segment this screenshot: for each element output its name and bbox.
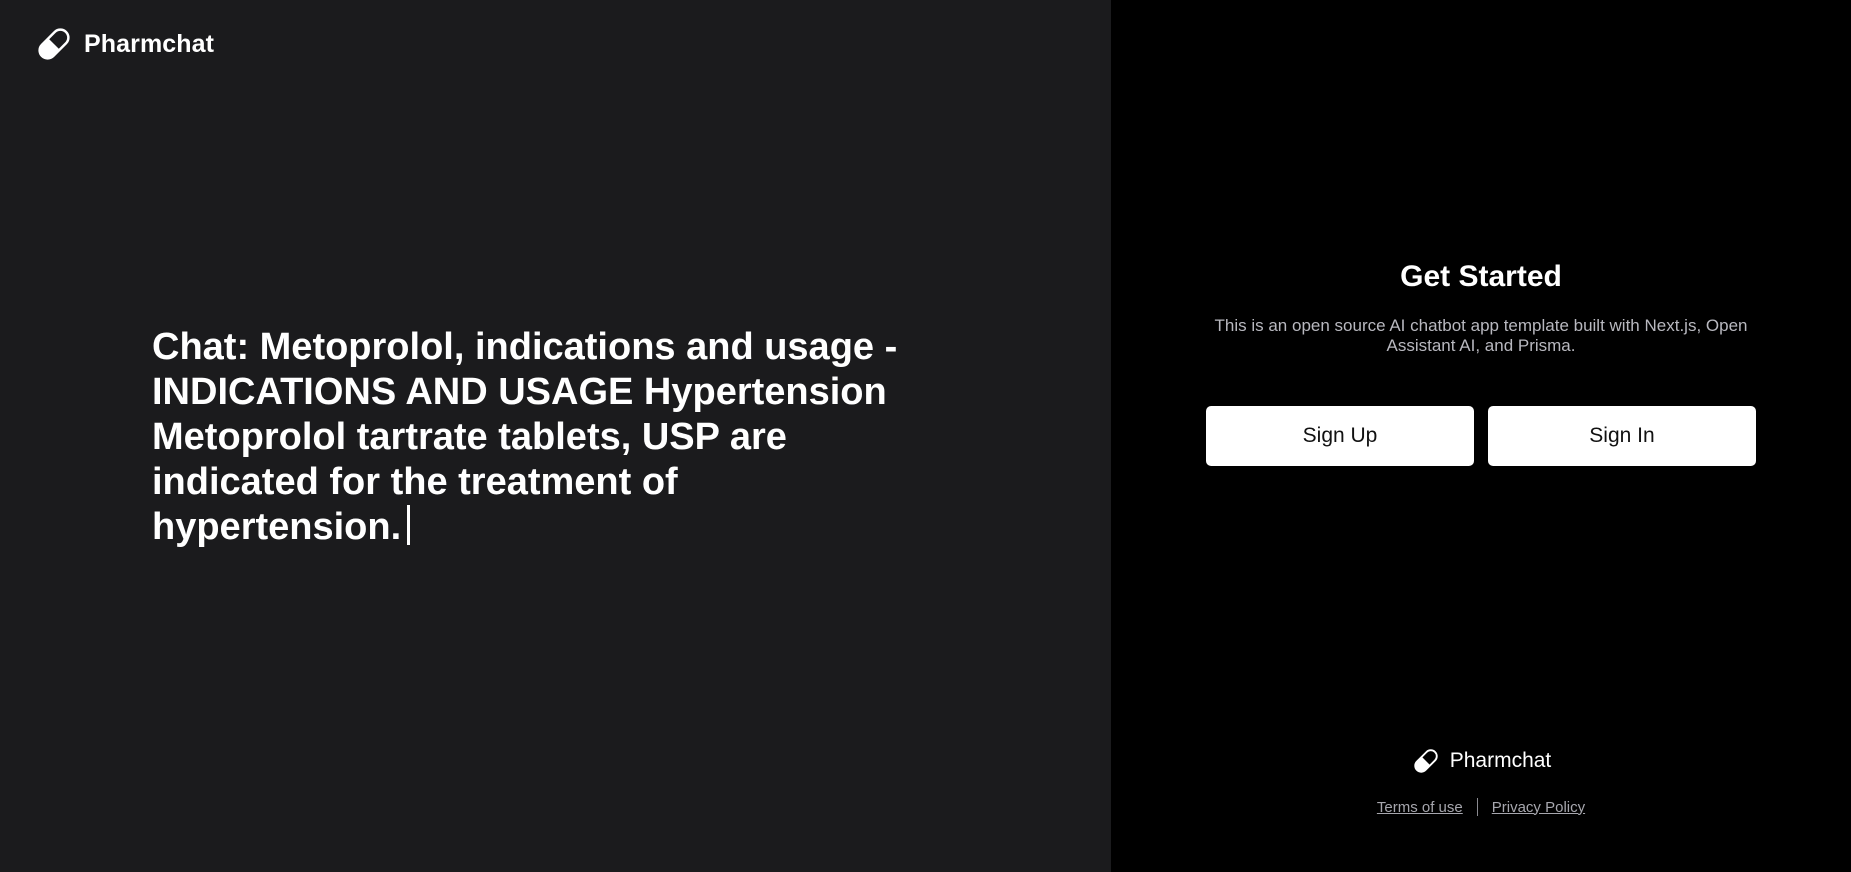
brand-name: Pharmchat [84, 29, 215, 58]
privacy-policy-link[interactable]: Privacy Policy [1492, 799, 1585, 816]
link-divider [1476, 798, 1478, 816]
footer-brand-name: Pharmchat [1449, 749, 1552, 772]
hero-text: Chat: Metoprolol, indications and usage … [152, 326, 898, 548]
footer: Pharmchat Terms of use Privacy Policy [1111, 746, 1851, 816]
auth-buttons: Sign Up Sign In [1206, 406, 1756, 466]
sign-up-button[interactable]: Sign Up [1206, 406, 1474, 466]
app-root: Pharmchat Chat: Metoprolol, indications … [0, 0, 1851, 872]
auth-title: Get Started [1400, 260, 1562, 293]
pill-icon [38, 28, 70, 60]
footer-links: Terms of use Privacy Policy [1377, 798, 1585, 816]
hero-message: Chat: Metoprolol, indications and usage … [152, 325, 912, 550]
text-cursor [407, 505, 411, 545]
header-brand[interactable]: Pharmchat [34, 24, 214, 64]
terms-of-use-link[interactable]: Terms of use [1377, 799, 1463, 816]
footer-brand: Pharmchat [1411, 746, 1552, 776]
auth-section: Get Started This is an open source AI ch… [1111, 260, 1851, 466]
right-panel: Get Started This is an open source AI ch… [1111, 0, 1851, 872]
pill-icon [1414, 749, 1438, 773]
auth-description: This is an open source AI chatbot app te… [1214, 316, 1748, 355]
left-panel: Pharmchat Chat: Metoprolol, indications … [0, 0, 1111, 872]
sign-in-button[interactable]: Sign In [1488, 406, 1756, 466]
